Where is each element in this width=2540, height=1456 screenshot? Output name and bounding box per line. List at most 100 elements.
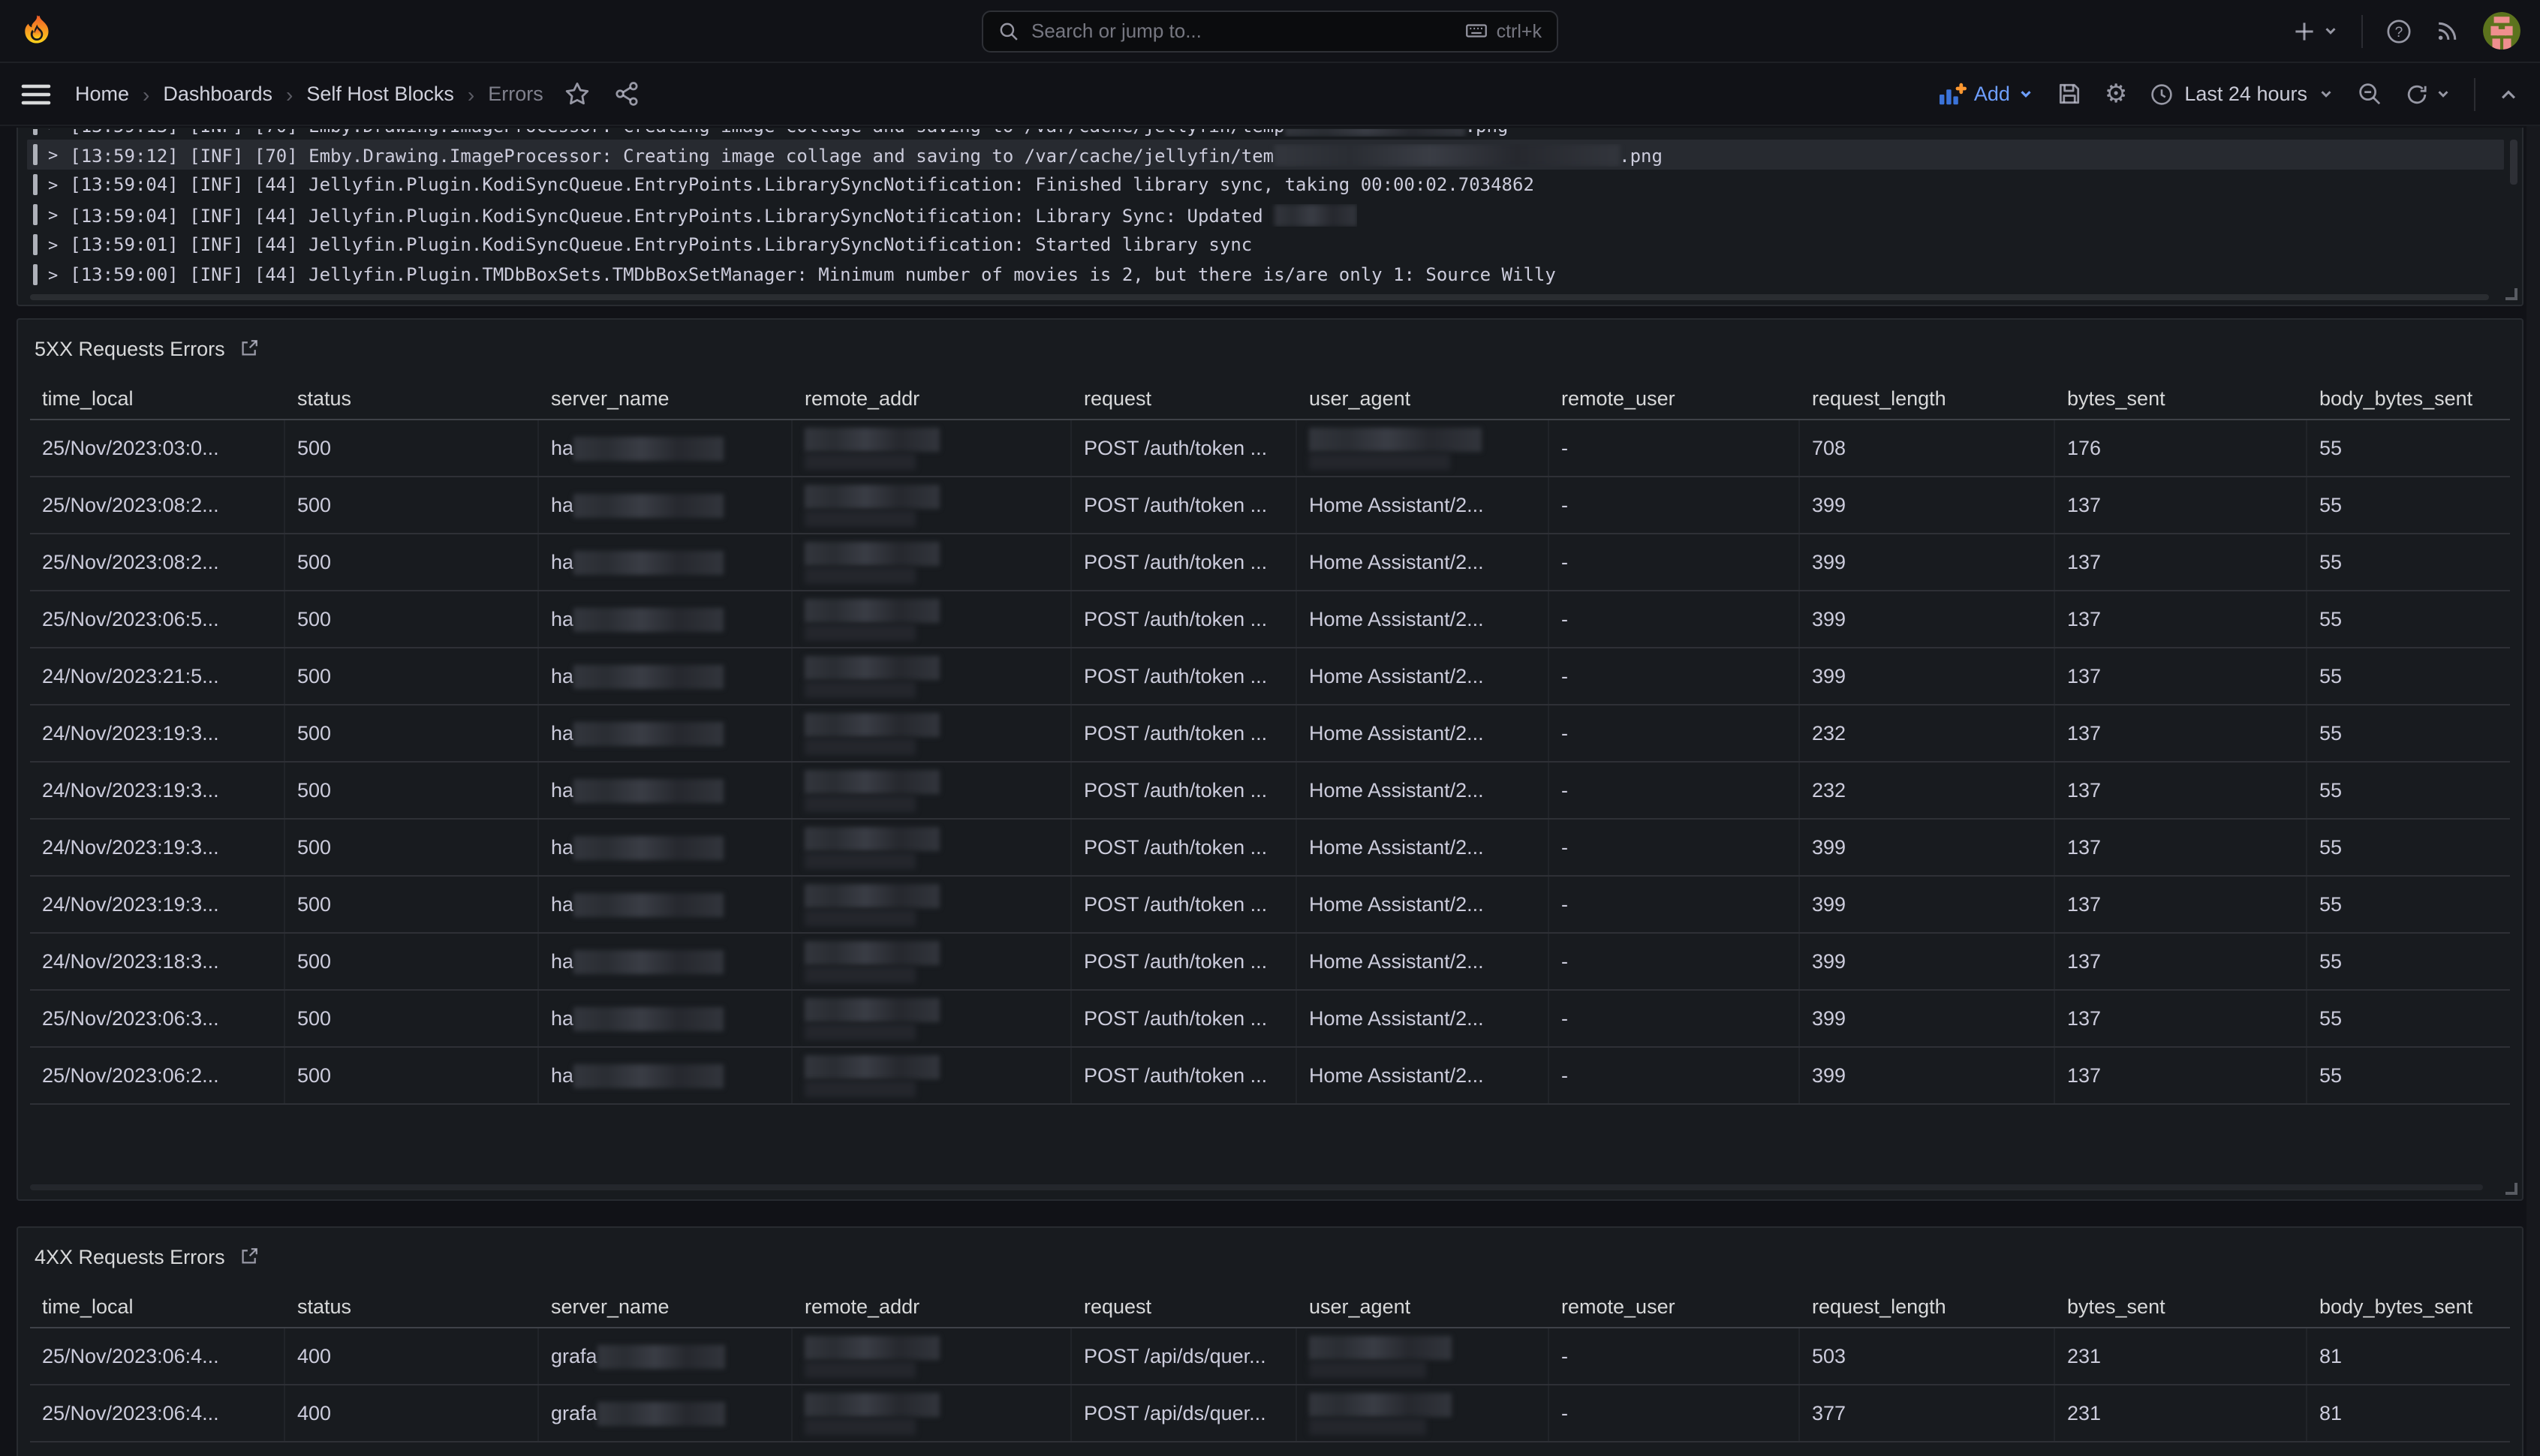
redacted-value <box>573 493 724 517</box>
table-cell: 137 <box>2055 534 2307 590</box>
column-header-bytes_sent[interactable]: bytes_sent <box>2055 387 2307 409</box>
external-link-icon[interactable] <box>239 1246 260 1267</box>
redacted-value <box>805 1392 940 1434</box>
column-header-remote_addr[interactable]: remote_addr <box>793 387 1072 409</box>
table-row: 25/Nov/2023:06:4...400grafaPOST /api/ds/… <box>30 1385 2510 1442</box>
table-cell: - <box>1549 534 1800 590</box>
redacted-value <box>805 1054 940 1097</box>
column-header-status[interactable]: status <box>285 1295 539 1317</box>
log-expand-icon[interactable]: > <box>48 265 58 284</box>
dashboard-settings-icon[interactable]: ⚙ <box>2105 81 2128 107</box>
log-row: > [13:59:04] [INF] [44] Jellyfin.Plugin.K… <box>27 200 2504 230</box>
column-header-request[interactable]: request <box>1072 1295 1297 1317</box>
search-icon <box>998 20 1019 41</box>
news-rss-icon[interactable] <box>2435 18 2460 44</box>
collapse-toolbar-icon[interactable] <box>2498 83 2519 104</box>
page-scrollbar[interactable] <box>2526 126 2540 1456</box>
table-cell: 137 <box>2055 648 2307 704</box>
grafana-logo[interactable] <box>20 14 54 48</box>
search-shortcut-label: ctrl+k <box>1497 20 1542 41</box>
column-header-server_name[interactable]: server_name <box>539 387 793 409</box>
column-header-request_length[interactable]: request_length <box>1800 1295 2055 1317</box>
table-cell: ha <box>539 877 793 932</box>
breadcrumb-item[interactable]: Home <box>75 83 129 105</box>
search-input[interactable]: Search or jump to... ctrl+k <box>982 10 1558 52</box>
column-header-remote_addr[interactable]: remote_addr <box>793 1295 1072 1317</box>
breadcrumb-item[interactable]: Self Host Blocks <box>306 83 454 105</box>
table-cell: Home Assistant/2... <box>1297 991 1549 1046</box>
panel-header[interactable]: 4XX Requests Errors <box>18 1228 2522 1285</box>
vertical-scrollbar[interactable] <box>2510 140 2517 185</box>
table-cell: Home Assistant/2... <box>1297 763 1549 818</box>
column-header-body_bytes_sent[interactable]: body_bytes_sent <box>2307 1295 2510 1317</box>
column-header-remote_user[interactable]: remote_user <box>1549 1295 1800 1317</box>
redacted-value <box>573 1063 724 1087</box>
column-header-status[interactable]: status <box>285 387 539 409</box>
horizontal-scrollbar[interactable] <box>30 1184 2483 1190</box>
new-menu-button[interactable] <box>2292 19 2339 43</box>
table-row: 24/Nov/2023:18:3...500haPOST /auth/token… <box>30 934 2510 991</box>
redacted-value <box>573 835 724 859</box>
table-cell: 25/Nov/2023:06:2... <box>30 1048 285 1103</box>
column-header-user_agent[interactable]: user_agent <box>1297 387 1549 409</box>
column-header-server_name[interactable]: server_name <box>539 1295 793 1317</box>
table-cell: - <box>1549 877 1800 932</box>
table-cell: - <box>1549 1328 1800 1384</box>
table-cell: ha <box>539 763 793 818</box>
redacted-value <box>805 427 940 469</box>
time-range-picker[interactable]: Last 24 hours <box>2150 82 2334 106</box>
column-header-request_length[interactable]: request_length <box>1800 387 2055 409</box>
mega-menu-icon[interactable] <box>21 82 51 106</box>
table-cell: 137 <box>2055 705 2307 761</box>
column-header-bytes_sent[interactable]: bytes_sent <box>2055 1295 2307 1317</box>
breadcrumb-item[interactable]: Dashboards <box>163 83 272 105</box>
column-header-request[interactable]: request <box>1072 387 1297 409</box>
table-cell: grafa <box>539 1328 793 1384</box>
zoom-out-icon[interactable] <box>2357 81 2382 107</box>
table-cell: 81 <box>2307 1385 2510 1441</box>
horizontal-scrollbar[interactable] <box>30 294 2489 300</box>
redacted-value <box>805 883 940 925</box>
log-expand-icon[interactable]: > <box>48 145 58 164</box>
column-header-user_agent[interactable]: user_agent <box>1297 1295 1549 1317</box>
table-cell: Home Assistant/2... <box>1297 1048 1549 1103</box>
table-cell: 55 <box>2307 705 2510 761</box>
star-icon[interactable] <box>564 81 590 107</box>
log-expand-icon[interactable]: > <box>48 205 58 224</box>
redacted-value <box>573 550 724 574</box>
column-header-time_local[interactable]: time_local <box>30 1295 285 1317</box>
table-cell <box>793 1328 1072 1384</box>
refresh-icon <box>2405 82 2429 106</box>
log-expand-icon[interactable]: > <box>48 235 58 254</box>
log-message: [13:59:04] [INF] [44] Jellyfin.Plugin.Ko… <box>70 203 1356 226</box>
log-expand-icon[interactable]: > <box>48 175 58 194</box>
redacted-value <box>1309 1335 1452 1377</box>
log-expand-icon[interactable]: > <box>48 129 58 134</box>
table-cell: 500 <box>285 1048 539 1103</box>
table-cell: 137 <box>2055 1048 2307 1103</box>
column-header-body_bytes_sent[interactable]: body_bytes_sent <box>2307 387 2510 409</box>
table-cell: 24/Nov/2023:19:3... <box>30 820 285 875</box>
table-cell: - <box>1549 420 1800 476</box>
external-link-icon[interactable] <box>239 338 260 359</box>
table-body: 25/Nov/2023:06:4...400grafaPOST /api/ds/… <box>30 1328 2510 1442</box>
table-cell: 137 <box>2055 477 2307 533</box>
column-header-time_local[interactable]: time_local <box>30 387 285 409</box>
refresh-button[interactable] <box>2405 82 2451 106</box>
panel-header[interactable]: 5XX Requests Errors <box>18 320 2522 377</box>
user-avatar[interactable] <box>2483 12 2520 50</box>
add-panel-button[interactable]: Add <box>1938 82 2034 106</box>
clock-icon <box>2150 82 2174 106</box>
panel-resize-handle[interactable] <box>2505 288 2517 300</box>
table-cell: 81 <box>2307 1328 2510 1384</box>
save-dashboard-icon[interactable] <box>2057 81 2082 107</box>
column-header-remote_user[interactable]: remote_user <box>1549 387 1800 409</box>
log-level-bar <box>33 234 38 255</box>
panel-resize-handle[interactable] <box>2505 1183 2517 1195</box>
table-body: 25/Nov/2023:03:0...500haPOST /auth/token… <box>30 420 2510 1105</box>
table-cell: 55 <box>2307 1048 2510 1103</box>
help-icon[interactable]: ? <box>2385 17 2412 44</box>
table-cell: POST /auth/token ... <box>1072 763 1297 818</box>
redacted-value <box>805 1335 940 1377</box>
share-icon[interactable] <box>614 81 640 107</box>
